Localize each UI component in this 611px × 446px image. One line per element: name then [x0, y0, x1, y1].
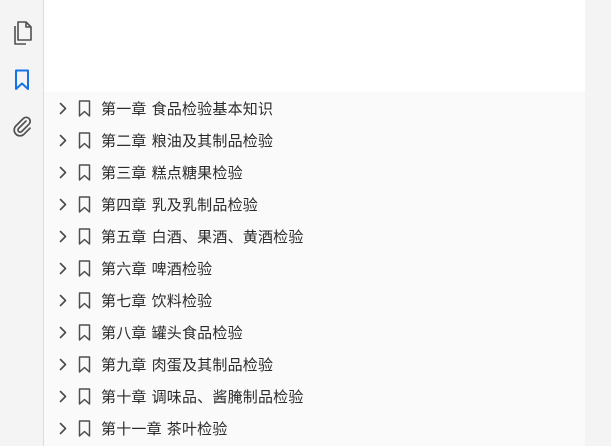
bookmark-item[interactable]: 第二章 粮油及其制品检验 [44, 124, 585, 156]
attachment-icon [11, 114, 33, 138]
bookmark-icon [77, 227, 91, 245]
attachments-button[interactable] [7, 111, 37, 141]
bookmark-item[interactable]: 第十章 调味品、酱腌制品检验 [44, 380, 585, 412]
bookmark-label: 第四章 乳及乳制品检验 [101, 195, 258, 214]
bookmark-icon [13, 69, 31, 91]
chevron-right-icon[interactable] [57, 229, 69, 243]
chevron-right-icon[interactable] [57, 101, 69, 115]
bookmark-label: 第六章 啤酒检验 [101, 259, 213, 278]
bookmark-icon [77, 131, 91, 149]
scrollbar-track[interactable] [585, 0, 611, 446]
chevron-right-icon[interactable] [57, 293, 69, 307]
bookmark-item[interactable]: 第七章 饮料检验 [44, 284, 585, 316]
bookmark-item[interactable]: 第六章 啤酒检验 [44, 252, 585, 284]
page-thumbnails-button[interactable] [7, 18, 37, 48]
bookmark-item[interactable]: 第十一章 茶叶检验 [44, 412, 585, 444]
bookmark-icon [77, 387, 91, 405]
chevron-right-icon[interactable] [57, 389, 69, 403]
bookmark-label: 第九章 肉蛋及其制品检验 [101, 355, 274, 374]
bookmark-item[interactable]: 第三章 糕点糖果检验 [44, 156, 585, 188]
bookmark-label: 第三章 糕点糖果检验 [101, 163, 243, 182]
chevron-right-icon[interactable] [57, 325, 69, 339]
pdf-viewer-window: 第一章 食品检验基本知识 第二章 粮油及其制品检验 第三章 糕点糖果检验 第四章… [0, 0, 611, 446]
bookmark-label: 第五章 白酒、果酒、黄酒检验 [101, 227, 304, 246]
pages-icon [11, 21, 33, 45]
chevron-right-icon[interactable] [57, 261, 69, 275]
chevron-right-icon[interactable] [57, 165, 69, 179]
bookmark-icon [77, 195, 91, 213]
bookmark-label: 第十章 调味品、酱腌制品检验 [101, 387, 304, 406]
bookmarks-button[interactable] [7, 65, 37, 95]
bookmarks-panel: 第一章 食品检验基本知识 第二章 粮油及其制品检验 第三章 糕点糖果检验 第四章… [44, 0, 585, 446]
chevron-right-icon[interactable] [57, 357, 69, 371]
bookmark-icon [77, 163, 91, 181]
bookmark-label: 第八章 罐头食品检验 [101, 323, 243, 342]
bookmark-item[interactable]: 第八章 罐头食品检验 [44, 316, 585, 348]
bookmark-list: 第一章 食品检验基本知识 第二章 粮油及其制品检验 第三章 糕点糖果检验 第四章… [44, 92, 585, 444]
bookmark-icon [77, 323, 91, 341]
sidebar-rail [0, 0, 44, 446]
chevron-right-icon[interactable] [57, 133, 69, 147]
bookmark-item[interactable]: 第一章 食品检验基本知识 [44, 92, 585, 124]
bookmark-label: 第一章 食品检验基本知识 [101, 99, 274, 118]
bookmark-icon [77, 419, 91, 437]
bookmark-icon [77, 355, 91, 373]
chevron-right-icon[interactable] [57, 197, 69, 211]
panel-header-area [44, 0, 585, 92]
bookmark-item[interactable]: 第四章 乳及乳制品检验 [44, 188, 585, 220]
bookmark-item[interactable]: 第五章 白酒、果酒、黄酒检验 [44, 220, 585, 252]
bookmark-label: 第七章 饮料检验 [101, 291, 213, 310]
bookmark-item[interactable]: 第九章 肉蛋及其制品检验 [44, 348, 585, 380]
bookmark-icon [77, 259, 91, 277]
bookmark-label: 第二章 粮油及其制品检验 [101, 131, 274, 150]
chevron-right-icon[interactable] [57, 421, 69, 435]
bookmark-label: 第十一章 茶叶检验 [101, 419, 228, 438]
bookmark-icon [77, 99, 91, 117]
bookmark-icon [77, 291, 91, 309]
